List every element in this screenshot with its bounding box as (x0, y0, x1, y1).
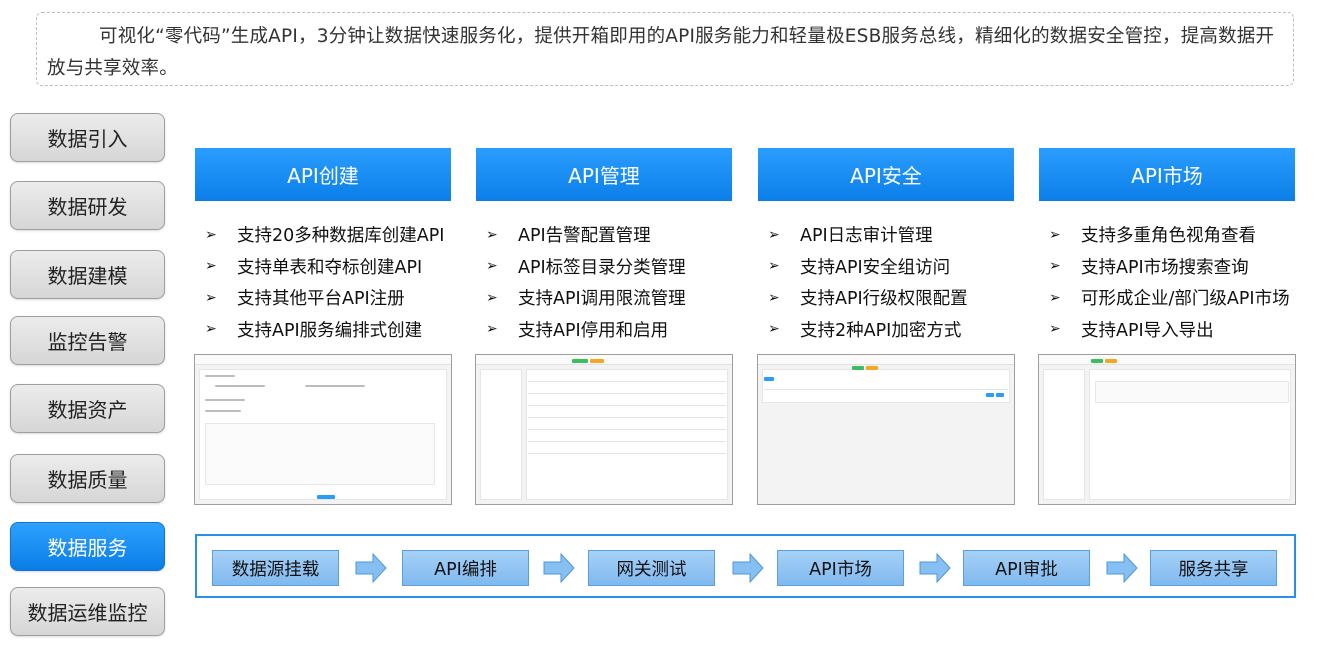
feature-item: ➢ 支持API行级权限配置 (768, 289, 968, 310)
thumb-api-card (1095, 381, 1289, 403)
nav-item-data-modeling[interactable]: 数据建模 (10, 250, 165, 299)
feature-item: ➢ API日志审计管理 (768, 226, 933, 247)
arrowhead-right-icon: ➢ (486, 321, 498, 338)
feature-list: ➢ 支持多重角色视角查看 ➢ 支持API市场搜索查询 ➢ 可形成企业/部门级API市场… (1039, 219, 1295, 345)
nav-item-data-quality[interactable]: 数据质量 (10, 454, 165, 503)
column-header: API创建 (195, 148, 451, 201)
feature-column-api-market: API市场 ➢ 支持多重角色视角查看 ➢ 支持API市场搜索查询 ➢ 可形成企业/部门… (1039, 148, 1295, 345)
feature-item: ➢ 支持API安全组访问 (768, 257, 951, 278)
nav-item-data-development[interactable]: 数据研发 (10, 181, 165, 230)
flow-step-mount-datasource: 数据源挂载 (212, 550, 339, 586)
arrowhead-right-icon: ➢ (486, 258, 498, 275)
block-arrow-right-icon (1106, 553, 1138, 583)
thumb-table-panel (526, 369, 728, 500)
column-header: API安全 (758, 148, 1014, 201)
flow-step-gateway-test: 网关测试 (588, 550, 715, 586)
thumb-sidebar (1043, 369, 1085, 500)
feature-item: ➢ 支持多重角色视角查看 (1049, 226, 1256, 247)
arrowhead-right-icon: ➢ (768, 289, 780, 306)
api-create-screenshot (194, 354, 452, 505)
nav-item-data-import[interactable]: 数据引入 (10, 113, 165, 162)
column-header: API市场 (1039, 148, 1295, 201)
arrowhead-right-icon: ➢ (205, 321, 217, 338)
thumb-topbar (1039, 355, 1295, 365)
feature-item: ➢ 支持API市场搜索查询 (1049, 257, 1249, 278)
block-arrow-right-icon (919, 553, 951, 583)
nav-item-monitor-alert[interactable]: 监控告警 (10, 316, 165, 365)
arrowhead-right-icon: ➢ (205, 289, 217, 306)
feature-item: ➢ 支持2种API加密方式 (768, 320, 962, 341)
feature-list: ➢ 支持20多种数据库创建API ➢ 支持单表和夺标创建API ➢ 支持其他平台API… (195, 219, 451, 345)
feature-item: ➢ 支持API停用和启用 (486, 320, 669, 341)
thumb-list-panel (762, 369, 1010, 403)
arrowhead-right-icon: ➢ (1049, 321, 1061, 338)
block-arrow-right-icon (355, 553, 387, 583)
arrowhead-right-icon: ➢ (768, 321, 780, 338)
flow-step-api-orchestration: API编排 (402, 550, 529, 586)
feature-column-api-security: API安全 ➢ API日志审计管理 ➢ 支持API安全组访问 ➢ 支持API行级权限配… (758, 148, 1014, 345)
feature-item: ➢ 可形成企业/部门级API市场 (1049, 289, 1290, 310)
arrowhead-right-icon: ➢ (205, 226, 217, 243)
thumb-topbar (758, 355, 1014, 365)
feature-list: ➢ API告警配置管理 ➢ API标签目录分类管理 ➢ 支持API调用限流管理 ➢ 支持… (476, 219, 732, 345)
flow-step-service-sharing: 服务共享 (1150, 550, 1277, 586)
api-security-screenshot (757, 354, 1015, 505)
thumb-topbar (195, 355, 451, 365)
arrowhead-right-icon: ➢ (768, 258, 780, 275)
api-manage-screenshot (475, 354, 733, 505)
intro-description: 可视化“零代码”生成API，3分钟让数据快速服务化，提供开箱即用的API服务能力… (36, 12, 1294, 86)
feature-item: ➢ 支持API服务编排式创建 (205, 320, 423, 341)
block-arrow-right-icon (732, 553, 764, 583)
nav-item-data-service[interactable]: 数据服务 (10, 522, 165, 571)
arrowhead-right-icon: ➢ (486, 226, 498, 243)
arrowhead-right-icon: ➢ (1049, 226, 1061, 243)
column-header: API管理 (476, 148, 732, 201)
feature-column-api-create: API创建 ➢ 支持20多种数据库创建API ➢ 支持单表和夺标创建API ➢ 支持其… (195, 148, 451, 345)
arrowhead-right-icon: ➢ (1049, 289, 1061, 306)
api-market-screenshot (1038, 354, 1296, 505)
service-process-flow: 数据源挂载 API编排 网关测试 API市场 API审批 服务共享 (195, 534, 1296, 598)
feature-item: ➢ 支持API调用限流管理 (486, 289, 686, 310)
arrowhead-right-icon: ➢ (768, 226, 780, 243)
feature-item: ➢ 支持API导入导出 (1049, 320, 1214, 341)
feature-column-api-manage: API管理 ➢ API告警配置管理 ➢ API标签目录分类管理 ➢ 支持API调用限流… (476, 148, 732, 345)
thumb-topbar (476, 355, 732, 365)
flow-step-api-market: API市场 (777, 550, 904, 586)
feature-item: ➢ API告警配置管理 (486, 226, 651, 247)
feature-item: ➢ 支持单表和夺标创建API (205, 257, 423, 278)
thumb-sidebar (480, 369, 522, 500)
arrowhead-right-icon: ➢ (1049, 258, 1061, 275)
block-arrow-right-icon (543, 553, 575, 583)
flow-step-api-approval: API审批 (963, 550, 1090, 586)
nav-item-data-assets[interactable]: 数据资产 (10, 384, 165, 433)
arrowhead-right-icon: ➢ (205, 258, 217, 275)
feature-item: ➢ 支持20多种数据库创建API (205, 226, 445, 247)
thumb-code-editor (205, 423, 435, 485)
feature-list: ➢ API日志审计管理 ➢ 支持API安全组访问 ➢ 支持API行级权限配置 ➢ 支持2… (758, 219, 1014, 345)
arrowhead-right-icon: ➢ (486, 289, 498, 306)
feature-item: ➢ API标签目录分类管理 (486, 257, 686, 278)
nav-item-ops-monitor[interactable]: 数据运维监控 (10, 587, 165, 636)
feature-item: ➢ 支持其他平台API注册 (205, 289, 405, 310)
